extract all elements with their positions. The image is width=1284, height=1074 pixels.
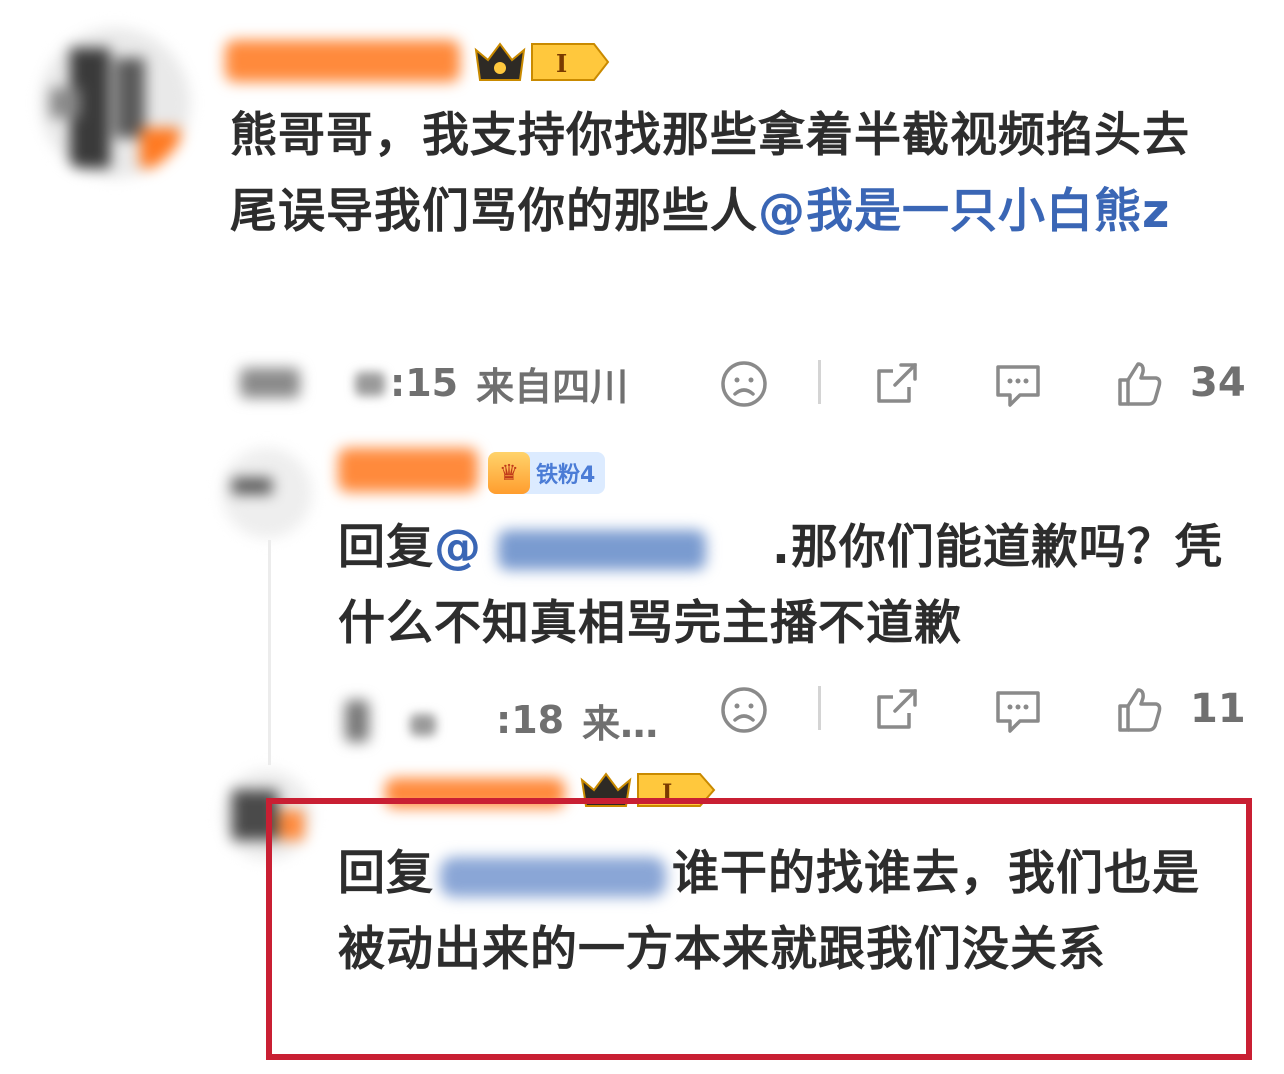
comment-time: :15 <box>390 361 459 405</box>
fan-badge-label: 铁粉4 <box>536 463 596 488</box>
share-icon[interactable] <box>870 684 922 736</box>
fan-badge: ♛ 铁粉4 <box>488 452 606 494</box>
mention-link[interactable]: @ <box>434 520 482 575</box>
crown-icon: ♛ <box>488 452 530 494</box>
username[interactable] <box>225 40 460 82</box>
comment-body: 熊哥哥，我支持你找那些拿着半截视频掐头去尾误导我们骂你的那些人@我是一只小白熊z <box>230 98 1230 250</box>
reply-meta: :18 来… <box>496 690 658 750</box>
thread-line <box>268 540 271 765</box>
sad-face-icon[interactable] <box>718 358 770 410</box>
like-icon[interactable] <box>1112 682 1168 738</box>
comment-icon[interactable] <box>992 358 1044 410</box>
comment-location: 来自四川 <box>476 364 629 409</box>
date-blur <box>355 372 385 396</box>
comment-icon[interactable] <box>992 684 1044 736</box>
badge-level-text: I <box>556 49 567 78</box>
divider <box>818 360 821 404</box>
divider <box>818 686 821 730</box>
reply-body: 回复 谁干的找谁去，我们也是被动出来的一方本来就跟我们没关系 <box>338 836 1238 988</box>
date-blur <box>345 700 369 742</box>
mention-blur <box>434 856 672 897</box>
reply-location: 来… <box>582 701 659 746</box>
comment-meta: :15 来自四川 <box>390 353 628 413</box>
reply-prefix: 回复 <box>338 846 434 901</box>
avatar[interactable] <box>40 28 190 178</box>
sad-face-icon[interactable] <box>718 684 770 736</box>
level-badge: I <box>472 36 612 88</box>
avatar[interactable] <box>222 448 312 538</box>
reply-prefix: 回复 <box>338 520 434 575</box>
share-icon[interactable] <box>870 358 922 410</box>
date-blur <box>240 368 300 398</box>
mention-blur <box>498 530 706 570</box>
username[interactable] <box>338 448 478 492</box>
mention-link[interactable]: @我是一只小白熊z <box>758 184 1170 239</box>
reply-body: 回复@ .那你们能道歉吗？凭什么不知真相骂完主播不道歉 <box>338 510 1238 662</box>
date-blur <box>410 714 436 736</box>
like-count: 11 <box>1190 686 1246 732</box>
like-icon[interactable] <box>1112 356 1168 412</box>
like-count: 34 <box>1190 360 1246 406</box>
reply-time: :18 <box>496 698 565 742</box>
